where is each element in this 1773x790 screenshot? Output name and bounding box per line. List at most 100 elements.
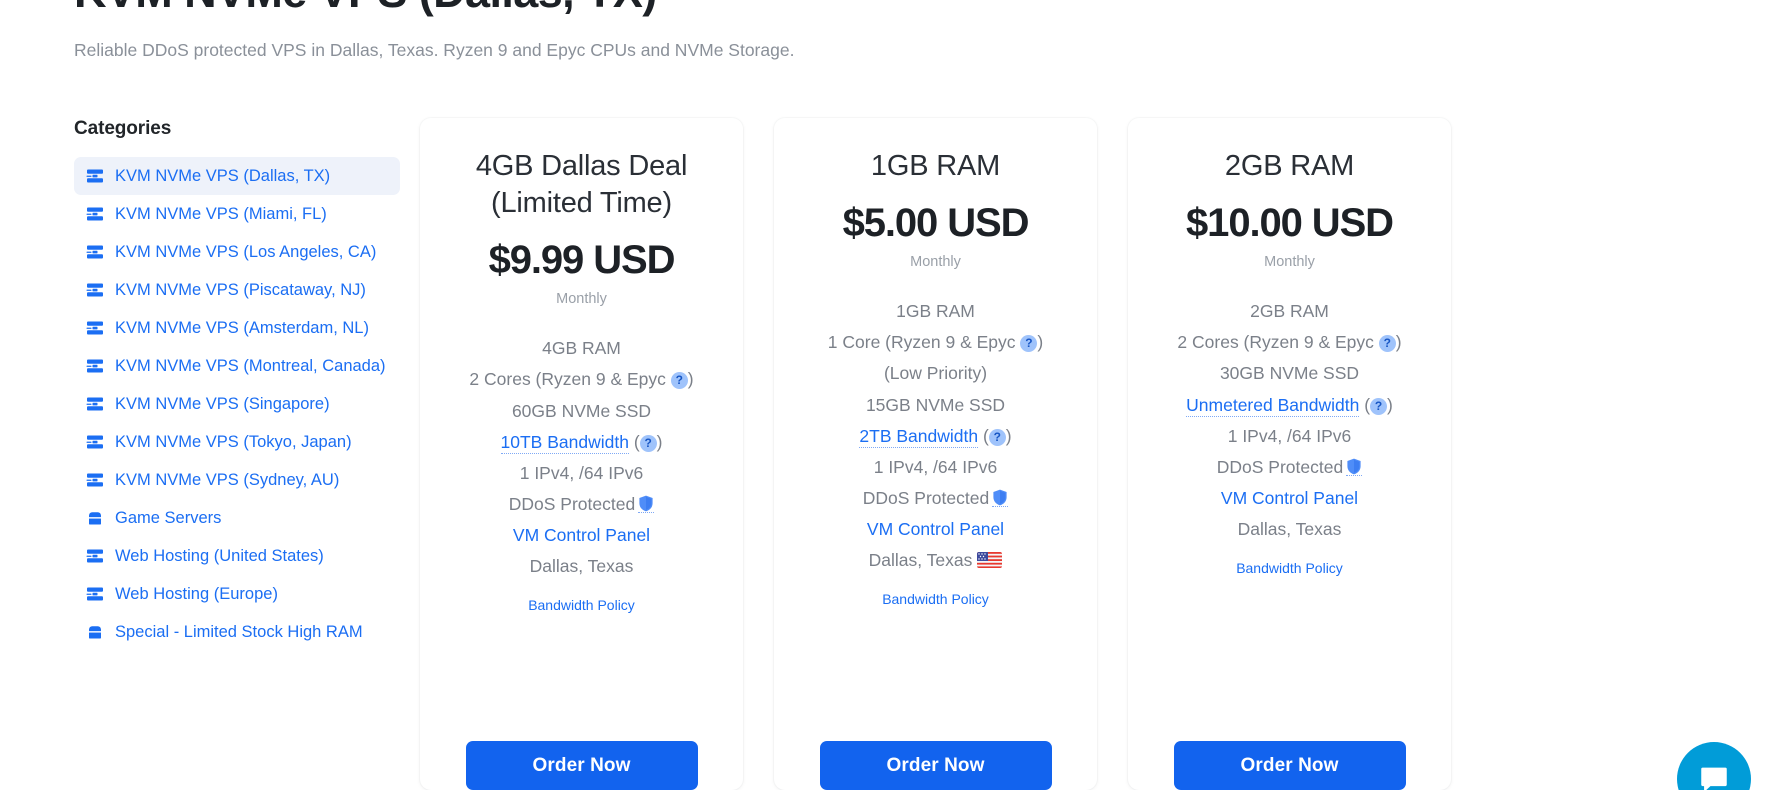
bandwidth-paren-close: ): [1005, 425, 1012, 446]
sidebar-item-2[interactable]: KVM NVMe VPS (Los Angeles, CA): [74, 233, 400, 271]
sidebar-item-12[interactable]: Special - Limited Stock High RAM: [74, 613, 400, 651]
feature-ddos: DDoS Protected: [442, 489, 721, 520]
feature-bandwidth: Unmetered Bandwidth (?): [1150, 390, 1429, 421]
feature-ram: 1GB RAM: [896, 301, 975, 322]
feature-control-panel: VM Control Panel: [442, 520, 721, 551]
chat-bubble-icon: [1697, 762, 1731, 790]
sidebar-item-6[interactable]: KVM NVMe VPS (Singapore): [74, 385, 400, 423]
bandwidth-link[interactable]: 2TB Bandwidth: [859, 425, 979, 448]
card-price: $5.00 USD: [842, 201, 1030, 246]
bandwidth-paren-open: (: [982, 425, 989, 446]
shield-icon[interactable]: [992, 489, 1009, 507]
briefcase-icon: [86, 509, 104, 527]
feature-ddos-text: DDoS Protected: [508, 493, 636, 514]
us-flag-icon: [977, 552, 1003, 569]
card-billing-cycle: Monthly: [1264, 254, 1315, 271]
server-icon: [86, 433, 104, 451]
sidebar-item-5[interactable]: KVM NVMe VPS (Montreal, Canada): [74, 347, 400, 385]
feature-cpu-close: ): [1037, 332, 1044, 353]
sidebar-item-8[interactable]: KVM NVMe VPS (Sydney, AU): [74, 461, 400, 499]
category-list: KVM NVMe VPS (Dallas, TX) KVM NVMe VPS (M…: [74, 157, 400, 651]
server-icon: [86, 585, 104, 603]
sidebar-item-7[interactable]: KVM NVMe VPS (Tokyo, Japan): [74, 423, 400, 461]
bandwidth-policy-link[interactable]: Bandwidth Policy: [882, 591, 989, 607]
pricing-card: 2GB RAM $10.00 USD Monthly 2GB RAM 2 Cores (…: [1128, 118, 1451, 790]
shield-icon[interactable]: [638, 495, 655, 513]
help-icon[interactable]: ?: [670, 372, 688, 390]
server-icon: [86, 357, 104, 375]
feature-location-text: Dallas, Texas: [868, 550, 973, 571]
feature-location: Dallas, Texas: [796, 545, 1075, 576]
sidebar-item-10[interactable]: Web Hosting (United States): [74, 537, 400, 575]
feature-ddos-text: DDoS Protected: [1216, 456, 1344, 477]
shield-icon[interactable]: [1346, 458, 1363, 476]
bandwidth-policy-link[interactable]: Bandwidth Policy: [528, 597, 635, 613]
card-billing-cycle: Monthly: [910, 254, 961, 271]
sidebar-item-11[interactable]: Web Hosting (Europe): [74, 575, 400, 613]
feature-ddos: DDoS Protected: [1150, 452, 1429, 483]
card-title: 2GB RAM: [1224, 150, 1355, 182]
bandwidth-paren-close: ): [1387, 394, 1393, 415]
help-icon[interactable]: ?: [1020, 335, 1038, 353]
sidebar-item-label: Web Hosting (United States): [115, 546, 324, 565]
sidebar-item-4[interactable]: KVM NVMe VPS (Amsterdam, NL): [74, 309, 400, 347]
bandwidth-paren-close: ): [656, 431, 663, 452]
sidebar-item-3[interactable]: KVM NVMe VPS (Piscataway, NJ): [74, 271, 400, 309]
pricing-cards: 4GB Dallas Deal (Limited Time) $9.99 USD M…: [420, 118, 1451, 790]
feature-storage: 15GB NVMe SSD: [865, 394, 1006, 415]
sidebar-item-1[interactable]: KVM NVMe VPS (Miami, FL): [74, 195, 400, 233]
feature-ddos: DDoS Protected: [796, 483, 1075, 514]
sidebar-item-label: Game Servers: [115, 508, 222, 527]
page-subtitle: Reliable DDoS protected VPS in Dallas, T…: [74, 39, 795, 60]
order-now-button[interactable]: Order Now: [1173, 741, 1406, 790]
feature-list: 1GB RAM 1 Core (Ryzen 9 & Epyc ?) (Low Pri…: [796, 296, 1075, 576]
sidebar-item-label: KVM NVMe VPS (Miami, FL): [115, 204, 327, 223]
sidebar-item-label: Special - Limited Stock High RAM: [115, 622, 363, 641]
feature-list: 2GB RAM 2 Cores (Ryzen 9 & Epyc ?) 30GB NV…: [1150, 296, 1429, 545]
order-now-button[interactable]: Order Now: [819, 741, 1052, 790]
feature-location-text: Dallas, Texas: [1237, 519, 1342, 540]
server-icon: [86, 319, 104, 337]
briefcase-icon: [86, 623, 104, 641]
feature-ip: 1 IPv4, /64 IPv6: [1227, 425, 1352, 446]
feature-bandwidth: 2TB Bandwidth (?): [796, 421, 1075, 452]
help-icon[interactable]: ?: [1370, 397, 1388, 415]
feature-ip: 1 IPv4, /64 IPv6: [519, 462, 644, 483]
server-icon: [86, 243, 104, 261]
pricing-card: 4GB Dallas Deal (Limited Time) $9.99 USD M…: [420, 118, 743, 790]
sidebar-item-label: KVM NVMe VPS (Los Angeles, CA): [115, 242, 377, 261]
sidebar-item-label: Web Hosting (Europe): [115, 584, 278, 603]
bandwidth-link[interactable]: Unmetered Bandwidth: [1186, 394, 1360, 417]
help-icon[interactable]: ?: [639, 434, 657, 452]
feature-bandwidth: 10TB Bandwidth (?): [442, 427, 721, 458]
bandwidth-policy-link[interactable]: Bandwidth Policy: [1236, 560, 1343, 576]
control-panel-link[interactable]: VM Control Panel: [513, 525, 650, 545]
server-icon: [86, 167, 104, 185]
feature-cpu: 1 Core (Ryzen 9 & Epyc ?): [796, 327, 1075, 358]
feature-location-text: Dallas, Texas: [529, 556, 634, 577]
sidebar-item-0[interactable]: KVM NVMe VPS (Dallas, TX): [74, 157, 400, 195]
help-icon[interactable]: ?: [1378, 335, 1396, 353]
sidebar-item-label: KVM NVMe VPS (Singapore): [115, 394, 330, 413]
feature-cpu-text: 2 Cores (Ryzen 9 & Epyc: [469, 369, 671, 390]
feature-cpu-close: ): [1395, 332, 1402, 353]
feature-storage: 30GB NVMe SSD: [1219, 363, 1360, 384]
server-icon: [86, 547, 104, 565]
sidebar-item-label: KVM NVMe VPS (Amsterdam, NL): [115, 318, 369, 337]
control-panel-link[interactable]: VM Control Panel: [1221, 488, 1358, 508]
page-title: KVM NVMe VPS (Dallas, TX): [74, 0, 1714, 18]
feature-cpu: 2 Cores (Ryzen 9 & Epyc ?): [1150, 327, 1429, 358]
server-icon: [86, 205, 104, 223]
server-icon: [86, 395, 104, 413]
help-icon[interactable]: ?: [988, 428, 1006, 446]
card-price: $10.00 USD: [1186, 201, 1394, 246]
feature-cpu-text: 1 Core (Ryzen 9 & Epyc: [827, 332, 1021, 353]
sidebar-item-9[interactable]: Game Servers: [74, 499, 400, 537]
sidebar-item-label: KVM NVMe VPS (Montreal, Canada): [115, 356, 386, 375]
order-now-button[interactable]: Order Now: [465, 741, 698, 790]
card-title: 4GB Dallas Deal (Limited Time): [475, 150, 688, 220]
control-panel-link[interactable]: VM Control Panel: [867, 519, 1004, 539]
feature-list: 4GB RAM 2 Cores (Ryzen 9 & Epyc ?) 60GB NV…: [442, 333, 721, 582]
server-icon: [86, 471, 104, 489]
bandwidth-link[interactable]: 10TB Bandwidth: [500, 431, 629, 454]
